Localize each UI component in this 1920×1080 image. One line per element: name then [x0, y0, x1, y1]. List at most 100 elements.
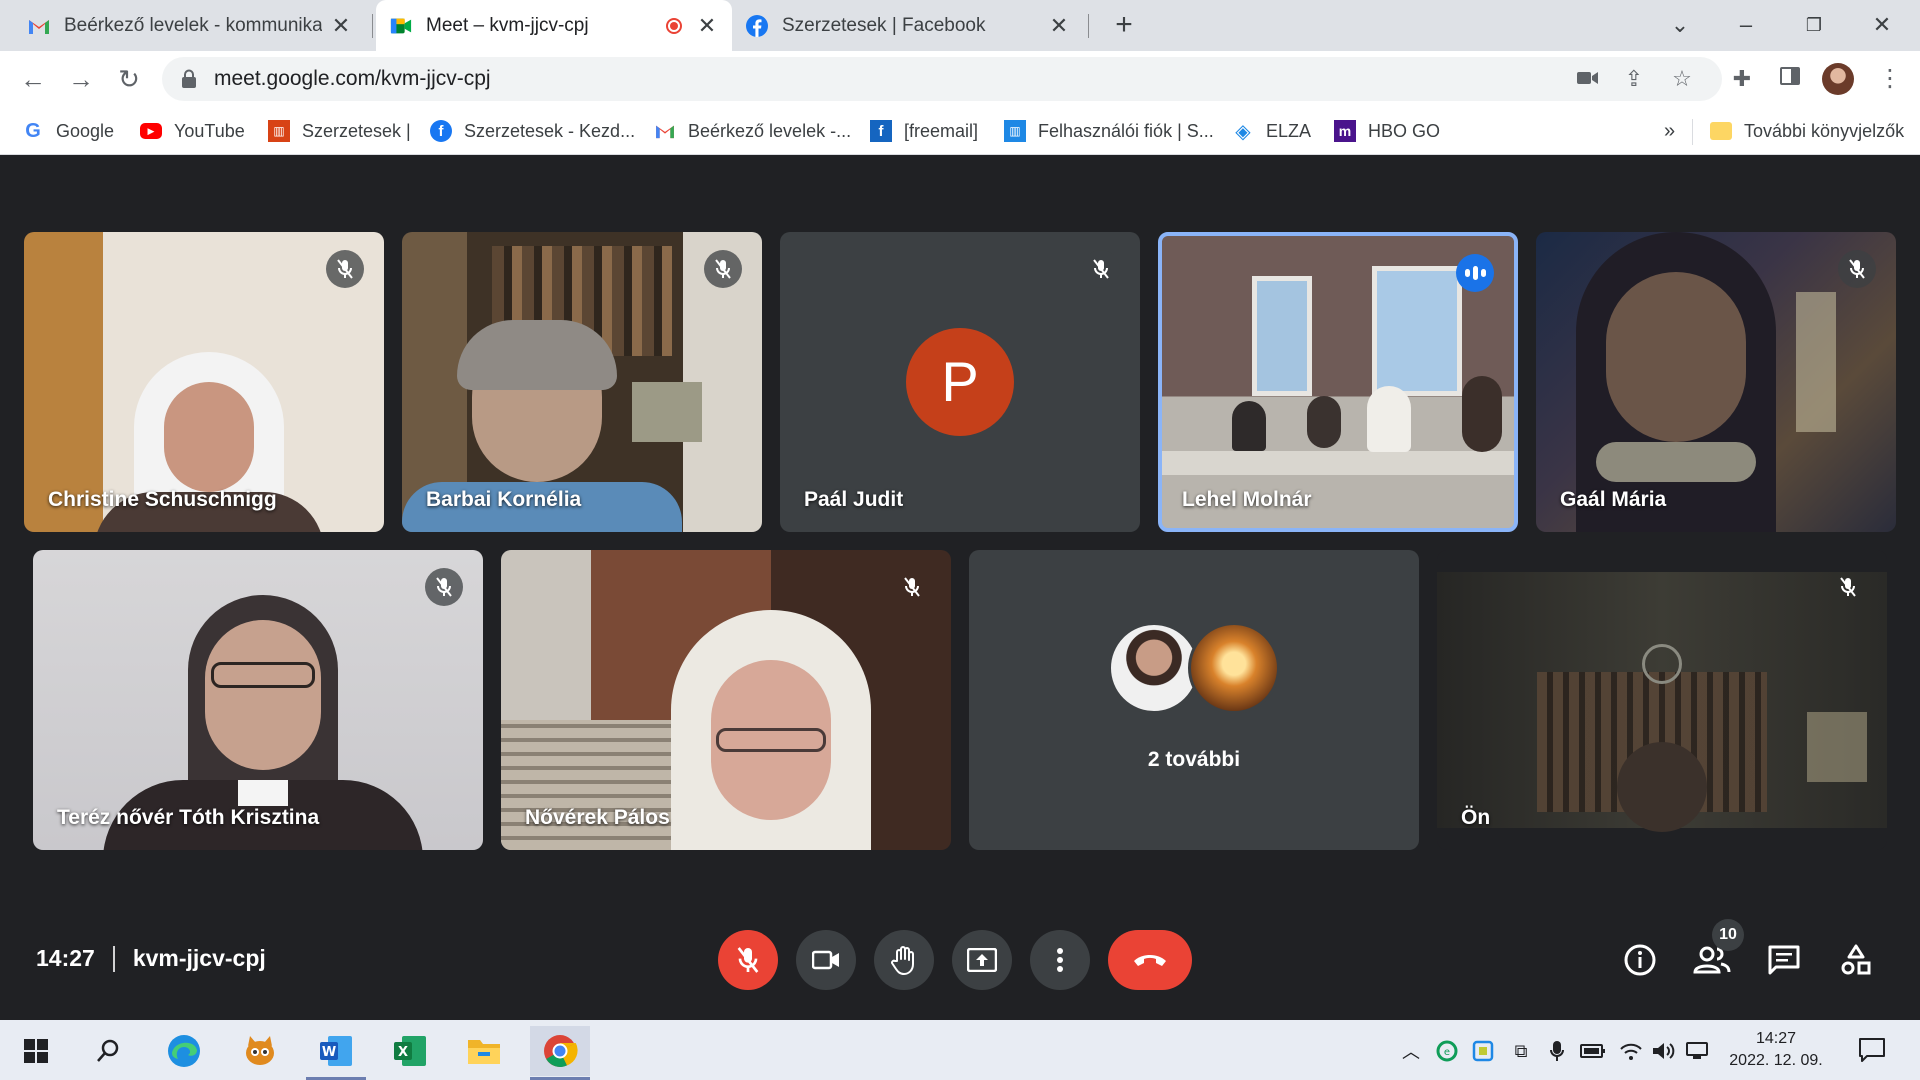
mic-off-icon [704, 250, 742, 288]
share-icon[interactable]: ⇪ [1620, 65, 1648, 93]
taskbar-file-explorer[interactable] [454, 1026, 514, 1076]
participant-tile[interactable]: Nővérek Pálos [501, 550, 951, 850]
bookmark-gmail[interactable]: Beérkező levelek -... [654, 107, 851, 155]
participant-count-badge: 10 [1712, 919, 1744, 951]
mic-off-icon [1838, 250, 1876, 288]
windows-taskbar: W X ︿ e ⧉ 14:27 2022. 12. 09. [0, 1020, 1920, 1080]
szerzetesek-icon: ▥ [1004, 120, 1026, 142]
bookmark-szerzetesek[interactable]: ▥ Szerzetesek | [268, 107, 411, 155]
bookmark-hbo-go[interactable]: m HBO GO [1334, 107, 1440, 155]
leave-call-button[interactable] [1108, 930, 1192, 990]
more-vert-icon [1057, 948, 1063, 972]
tab-meet[interactable]: Meet – kvm-jjcv-cpj ✕ [376, 0, 732, 51]
participant-tile[interactable]: Barbai Kornélia [402, 232, 762, 532]
meet-icon [390, 15, 412, 37]
bookmark-youtube[interactable]: ▶ YouTube [140, 107, 245, 155]
meeting-details-button[interactable] [1618, 938, 1662, 982]
meeting-code: kvm-jjcv-cpj [132, 945, 266, 971]
svg-text:X: X [398, 1045, 408, 1060]
windows-icon [24, 1039, 48, 1063]
back-icon[interactable]: ← [16, 62, 50, 96]
wifi-icon[interactable] [1618, 1038, 1644, 1064]
recording-icon [666, 17, 682, 34]
close-icon[interactable]: ✕ [330, 14, 352, 37]
close-icon[interactable]: ✕ [1048, 14, 1070, 37]
tray-app-icon[interactable]: ⧉ [1508, 1038, 1534, 1064]
star-icon[interactable]: ☆ [1668, 65, 1696, 93]
chat-button[interactable] [1762, 938, 1806, 982]
microphone-icon[interactable] [1544, 1038, 1570, 1064]
participant-tile-active[interactable]: Lehel Molnár [1158, 232, 1518, 532]
raise-hand-button[interactable] [874, 930, 934, 990]
tab-gmail[interactable]: Beérkező levelek - kommunikació ✕ [14, 0, 366, 51]
window-close-icon[interactable]: ✕ [1862, 8, 1902, 42]
freemail-icon: f [870, 120, 892, 142]
present-screen-button[interactable] [952, 930, 1012, 990]
tab-strip: Beérkező levelek - kommunikació ✕ Meet –… [0, 0, 1920, 51]
bookmark-google[interactable]: G Google [22, 107, 114, 155]
bookmarks-overflow-button[interactable]: » [1664, 107, 1675, 155]
more-participants-tile[interactable]: 2 további [969, 550, 1419, 850]
menu-icon[interactable]: ⋮ [1878, 63, 1902, 95]
bookmarks-bar: G Google ▶ YouTube ▥ Szerzetesek | f Sze… [0, 107, 1920, 155]
taskbar-chrome[interactable] [530, 1026, 590, 1080]
minimize-icon[interactable]: – [1726, 8, 1766, 42]
meeting-time: 14:27 [36, 945, 95, 971]
self-tile[interactable]: Ön [1437, 550, 1887, 850]
bookmark-freemail[interactable]: f [freemail] [870, 107, 978, 155]
mic-toggle-button[interactable] [718, 930, 778, 990]
excel-icon: X [394, 1036, 426, 1066]
tray-app-icon[interactable] [1470, 1038, 1496, 1064]
address-bar[interactable]: meet.google.com/kvm-jjcv-cpj [162, 57, 1722, 101]
search-button[interactable] [78, 1026, 138, 1076]
tray-app-icon[interactable]: e [1434, 1038, 1460, 1064]
taskbar-clock[interactable]: 14:27 2022. 12. 09. [1716, 1028, 1836, 1072]
side-panel-icon[interactable] [1776, 65, 1804, 93]
camera-icon[interactable] [1574, 65, 1602, 93]
participant-tile[interactable]: P Paál Judit [780, 232, 1140, 532]
close-icon[interactable]: ✕ [696, 14, 718, 37]
new-tab-button[interactable]: + [1108, 10, 1140, 42]
mic-off-icon [425, 568, 463, 606]
battery-icon[interactable] [1580, 1038, 1606, 1064]
participant-tile[interactable]: Teréz nővér Tóth Krisztina [33, 550, 483, 850]
volume-icon[interactable] [1650, 1038, 1676, 1064]
tray-expand-icon[interactable]: ︿ [1398, 1038, 1424, 1064]
tab-search-icon[interactable]: ⌄ [1660, 8, 1700, 42]
profile-avatar[interactable] [1822, 63, 1854, 95]
bookmark-felhasznaloi-fiok[interactable]: ▥ Felhasználói fiók | S... [1004, 107, 1214, 155]
edge-icon [168, 1035, 200, 1067]
bookmark-szerzetesek-kezd[interactable]: f Szerzetesek - Kezd... [430, 107, 635, 155]
start-button[interactable] [6, 1026, 66, 1076]
participant-tile[interactable]: Christine Schuschnigg [24, 232, 384, 532]
notifications-icon[interactable] [1858, 1036, 1888, 1066]
reload-icon[interactable]: ↻ [112, 62, 146, 96]
taskbar-excel[interactable]: X [380, 1026, 440, 1076]
restore-icon[interactable]: ❐ [1794, 8, 1834, 42]
network-icon[interactable] [1684, 1038, 1710, 1064]
taskbar-edge[interactable] [154, 1026, 214, 1076]
speaking-indicator-icon [1456, 254, 1494, 292]
camera-toggle-button[interactable] [796, 930, 856, 990]
meet-stage: Christine Schuschnigg Barbai Kornélia P … [0, 155, 1920, 1020]
tab-facebook[interactable]: Szerzetesek | Facebook ✕ [732, 0, 1084, 51]
taskbar-app-cat[interactable] [230, 1026, 290, 1076]
hang-up-icon [1134, 955, 1166, 966]
lock-icon [182, 69, 196, 88]
forward-icon[interactable]: → [64, 62, 98, 96]
chrome-icon [544, 1035, 578, 1067]
participant-tile[interactable]: Gaál Mária [1536, 232, 1896, 532]
other-bookmarks-folder[interactable]: További könyvjelzők [1710, 107, 1904, 155]
google-icon: G [25, 119, 41, 142]
facebook-icon: f [430, 120, 452, 142]
bookmark-elza[interactable]: ◈ ELZA [1232, 107, 1311, 155]
browser-toolbar: ← → ↻ meet.google.com/kvm-jjcv-cpj ⇪ ☆ ✚… [0, 51, 1920, 107]
extensions-icon[interactable]: ✚ [1728, 65, 1756, 93]
participant-avatar [1108, 622, 1200, 714]
participant-avatar: P [906, 328, 1014, 436]
szerzetesek-icon: ▥ [268, 120, 290, 142]
activities-button[interactable] [1834, 938, 1878, 982]
taskbar-word[interactable]: W [306, 1026, 366, 1080]
chat-icon [1768, 945, 1800, 975]
more-options-button[interactable] [1030, 930, 1090, 990]
